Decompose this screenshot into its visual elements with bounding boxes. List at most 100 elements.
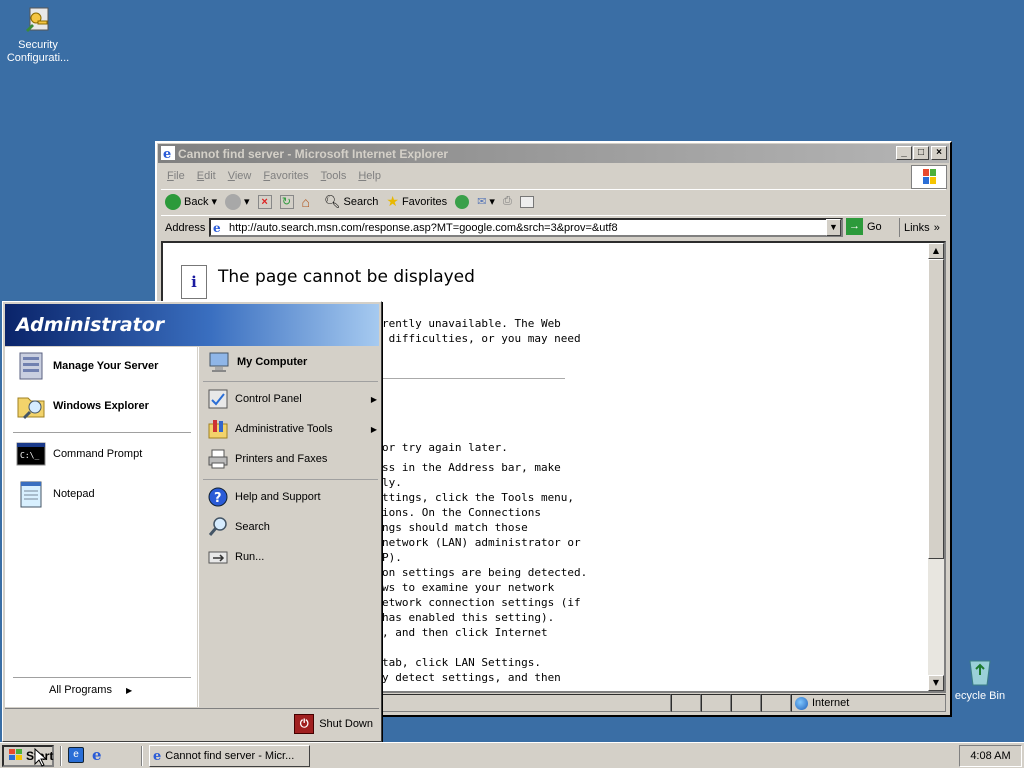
taskbar-button-ie[interactable]: e Cannot find server - Micr... <box>149 745 310 767</box>
menu-item-label: Help and Support <box>235 491 321 503</box>
page-text: ly. <box>382 476 402 489</box>
administrative-tools-icon <box>207 418 229 440</box>
mail-icon: ✉ <box>477 196 487 208</box>
edit-button[interactable] <box>516 191 538 213</box>
printer-icon: ⎙ <box>502 195 512 207</box>
page-text: P). <box>382 551 402 564</box>
close-button[interactable]: × <box>931 146 947 160</box>
page-icon: e <box>213 221 221 235</box>
page-text: rently unavailable. The Web <box>382 317 561 330</box>
taskbar-separator <box>141 746 143 766</box>
arrow-right-icon: ▶ <box>125 685 133 695</box>
stop-button[interactable]: × <box>254 191 276 213</box>
address-label: Address <box>165 221 206 234</box>
forward-button[interactable]: ▾ <box>221 191 254 213</box>
desktop-icon-security-configuration[interactable]: Security Configurati... <box>0 4 76 65</box>
recycle-bin-icon <box>964 655 996 687</box>
page-text: ions. On the Connections <box>382 506 541 519</box>
quick-launch-internet-explorer[interactable]: e <box>92 747 108 763</box>
standard-toolbar: Back ▾ ▾ × ↻ ⌂ 🔍︎ Search ★ Favorites ✉ ▾ … <box>161 189 946 213</box>
search-button[interactable]: 🔍︎ Search <box>320 191 382 213</box>
separator <box>203 479 378 480</box>
page-text: ngs should match those <box>382 521 528 534</box>
start-menu: Administrator Manage Your Server Windows… <box>2 301 382 742</box>
star-icon: ★ <box>386 193 399 209</box>
all-programs-button[interactable]: All Programs ▶ <box>49 684 132 696</box>
status-cell <box>671 694 701 712</box>
page-text: network (LAN) administrator or <box>382 536 581 549</box>
page-text: difficulties, or you may need <box>382 332 581 345</box>
security-configuration-icon <box>22 4 54 36</box>
scroll-up-button[interactable]: ▲ <box>928 243 944 259</box>
run-icon <box>207 546 229 568</box>
notepad-icon <box>15 478 47 510</box>
forward-arrow-icon <box>225 193 241 210</box>
svg-text:e: e <box>163 147 171 160</box>
page-text: ttings, click the Tools menu, <box>382 491 575 504</box>
menu-item-command-prompt[interactable]: C:\_ Command Prompt <box>15 438 142 470</box>
menu-item-control-panel[interactable]: Control Panel ▶ <box>207 388 379 410</box>
menu-edit[interactable]: Edit <box>191 170 222 182</box>
command-prompt-icon: C:\_ <box>15 438 47 470</box>
separator <box>13 432 191 433</box>
page-text: or try again later. <box>382 441 508 454</box>
menu-item-my-computer[interactable]: My Computer <box>207 350 307 374</box>
dropdown-arrow-icon: ▾ <box>211 196 217 208</box>
menu-favorites[interactable]: Favorites <box>257 170 314 182</box>
menu-item-label: Windows Explorer <box>53 400 149 412</box>
printer-icon <box>207 448 229 470</box>
menu-item-run[interactable]: Run... <box>207 546 264 568</box>
desktop-icon-recycle-bin[interactable]: ecycle Bin <box>944 655 1016 703</box>
power-icon: ⏻ <box>294 714 315 734</box>
system-tray-clock[interactable]: 4:08 AM <box>959 745 1022 767</box>
page-text: , and then click Internet <box>382 626 548 639</box>
page-text: has enabled this setting). <box>382 611 555 624</box>
minimize-button[interactable]: _ <box>896 146 912 160</box>
menu-item-help-and-support[interactable]: ? Help and Support <box>207 486 321 508</box>
back-button[interactable]: Back ▾ <box>161 191 221 213</box>
refresh-button[interactable]: ↻ <box>276 191 298 213</box>
quick-launch-show-desktop[interactable]: e <box>68 747 84 763</box>
server-icon <box>15 350 47 382</box>
menu-help[interactable]: Help <box>352 170 387 182</box>
menu-item-search[interactable]: Search <box>207 516 270 538</box>
address-dropdown-button[interactable]: ▼ <box>826 219 841 236</box>
search-label: Search <box>343 195 379 208</box>
menu-item-label: My Computer <box>237 356 308 368</box>
print-button[interactable]: ⎙ <box>499 191 516 213</box>
start-button[interactable]: Start <box>2 745 54 767</box>
links-button[interactable]: Links » <box>899 218 940 237</box>
go-button[interactable]: → Go <box>846 218 882 235</box>
history-button[interactable] <box>451 191 473 213</box>
taskbar-button-label: Cannot find server - Micr... <box>165 750 295 762</box>
maximize-button[interactable]: □ <box>913 146 929 160</box>
mail-button[interactable]: ✉ ▾ <box>473 191 499 213</box>
status-cell <box>731 694 761 712</box>
address-value: http://auto.search.msn.com/response.asp?… <box>229 221 618 234</box>
info-icon: i <box>181 265 207 299</box>
menu-item-printers-and-faxes[interactable]: Printers and Faxes <box>207 448 327 470</box>
favorites-button[interactable]: ★ Favorites <box>382 191 451 213</box>
window-title: Cannot find server - Microsoft Internet … <box>178 146 449 161</box>
address-input[interactable]: e http://auto.search.msn.com/response.as… <box>209 218 843 237</box>
menu-file[interactable]: File <box>161 170 191 182</box>
arrow-right-icon: ▶ <box>370 394 377 404</box>
menu-item-manage-your-server[interactable]: Manage Your Server <box>15 350 158 382</box>
menu-view[interactable]: View <box>222 170 258 182</box>
horizontal-rule <box>383 378 565 379</box>
scroll-thumb[interactable] <box>928 259 944 559</box>
home-button[interactable]: ⌂ <box>298 191 314 213</box>
all-programs-label: All Programs <box>49 684 112 696</box>
control-panel-icon <box>207 388 229 410</box>
page-heading: The page cannot be displayed <box>218 267 475 287</box>
menu-item-label: Printers and Faxes <box>235 453 328 465</box>
ie-titlebar[interactable]: e Cannot find server - Microsoft Interne… <box>158 144 949 163</box>
menu-item-windows-explorer[interactable]: Windows Explorer <box>15 390 149 422</box>
menu-tools[interactable]: Tools <box>315 170 353 182</box>
menu-item-notepad[interactable]: Notepad <box>15 478 95 510</box>
menu-item-administrative-tools[interactable]: Administrative Tools ▶ <box>207 418 379 440</box>
scroll-down-button[interactable]: ▼ <box>928 675 944 691</box>
shut-down-button[interactable]: ⏻ Shut Down <box>294 714 373 734</box>
vertical-scrollbar[interactable]: ▲ ▼ <box>928 243 944 691</box>
mouse-cursor-icon <box>34 747 48 768</box>
